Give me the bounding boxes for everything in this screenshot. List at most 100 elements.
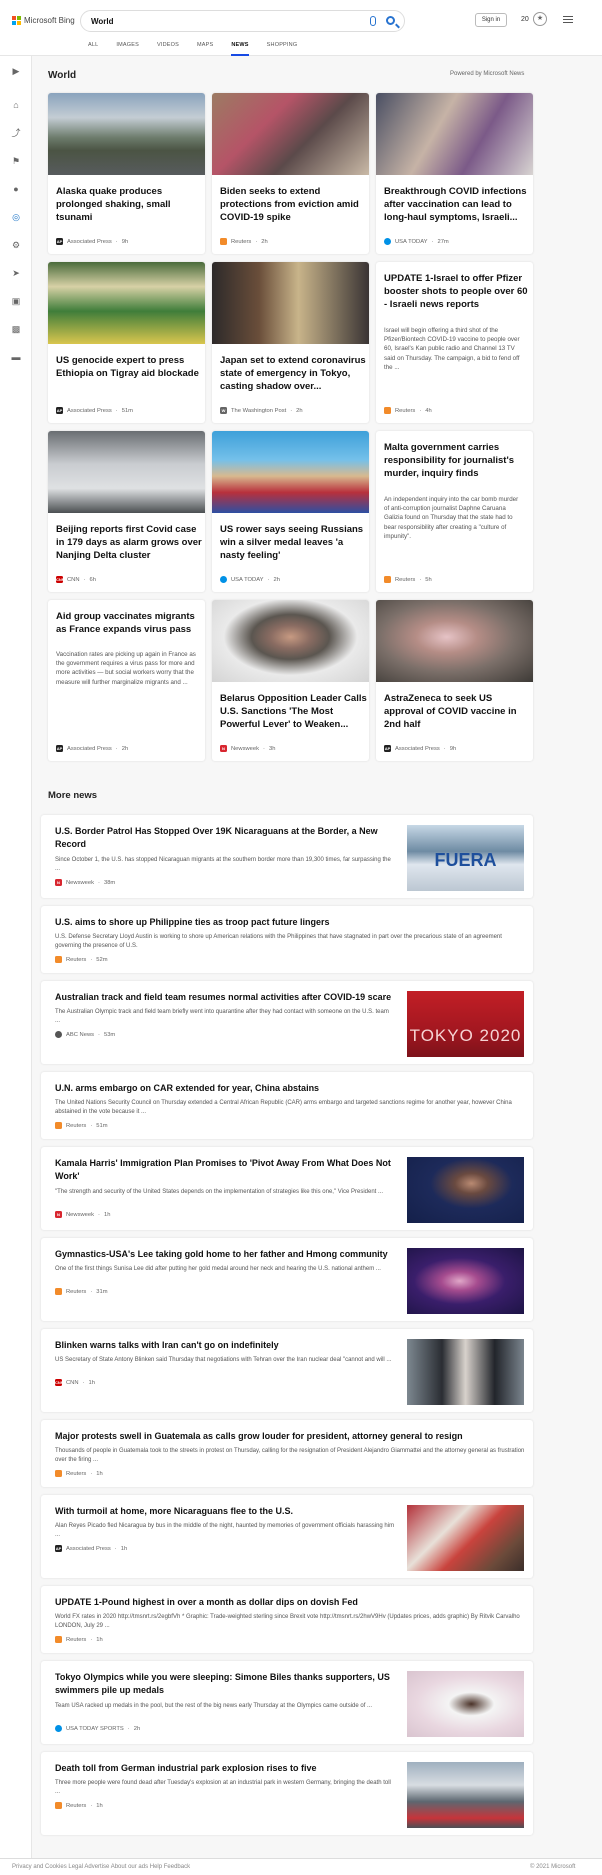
item-title[interactable]: With turmoil at home, more Nicaraguans f… — [55, 1505, 395, 1518]
card-title[interactable]: Aid group vaccinates migrants as France … — [56, 610, 205, 636]
more-news-item[interactable]: Australian track and field team resumes … — [41, 981, 533, 1064]
news-card[interactable]: US genocide expert to press Ethiopia on … — [48, 262, 205, 423]
search-icon[interactable] — [386, 16, 395, 25]
powered-by-label[interactable]: Powered by Microsoft News — [450, 71, 524, 77]
news-card[interactable]: US rower says seeing Russians win a silv… — [212, 431, 369, 592]
news-card[interactable]: Breakthrough COVID infections after vacc… — [376, 93, 533, 254]
reuters-logo-icon — [55, 1288, 62, 1295]
menu-icon[interactable] — [563, 16, 573, 25]
card-title[interactable]: Beijing reports first Covid case in 179 … — [56, 523, 205, 562]
search-input[interactable]: World — [91, 17, 114, 26]
card-title[interactable]: Breakthrough COVID infections after vacc… — [384, 185, 533, 224]
film-icon[interactable]: ▣ — [11, 296, 21, 306]
more-news-item[interactable]: UPDATE 1-Pound highest in over a month a… — [41, 1586, 533, 1653]
card-title[interactable]: AstraZeneca to seek US approval of COVID… — [384, 692, 533, 731]
microphone-icon[interactable] — [370, 16, 376, 26]
sign-in-button[interactable]: Sign in — [475, 13, 507, 27]
location-pin-icon[interactable]: ● — [11, 184, 21, 194]
rewards-trophy-icon[interactable]: ★ — [533, 12, 547, 26]
item-time: 1h — [96, 1470, 103, 1477]
item-title[interactable]: Blinken warns talks with Iran can't go o… — [55, 1339, 395, 1352]
search-box[interactable]: World — [80, 10, 405, 32]
news-card[interactable]: UPDATE 1-Israel to offer Pfizer booster … — [376, 262, 533, 423]
card-image — [212, 262, 369, 344]
more-news-item[interactable]: Death toll from German industrial park e… — [41, 1752, 533, 1835]
card-title[interactable]: UPDATE 1-Israel to offer Pfizer booster … — [384, 272, 533, 311]
footer-links[interactable]: Privacy and Cookies Legal Advertise Abou… — [12, 1864, 190, 1870]
card-title[interactable]: Belarus Opposition Leader Calls U.S. San… — [220, 692, 369, 731]
rocket-icon[interactable]: ➤ — [11, 268, 21, 278]
tab-all[interactable]: ALL — [88, 42, 98, 56]
microscope-icon[interactable]: ⚙ — [11, 240, 21, 250]
news-card[interactable]: Biden seeks to extend protections from e… — [212, 93, 369, 254]
card-image — [48, 431, 205, 513]
more-news-item[interactable]: Kamala Harris' Immigration Plan Promises… — [41, 1147, 533, 1230]
shuffle-icon[interactable]: ⤴ — [11, 128, 21, 138]
item-source: CNN — [66, 1379, 79, 1386]
more-news-item[interactable]: U.S. aims to shore up Philippine ties as… — [41, 906, 533, 973]
card-source: Newsweek — [231, 745, 260, 752]
more-news-item[interactable]: Major protests swell in Guatemala as cal… — [41, 1420, 533, 1487]
more-news-item[interactable]: Tokyo Olympics while you were sleeping: … — [41, 1661, 533, 1744]
item-title[interactable]: Death toll from German industrial park e… — [55, 1762, 395, 1775]
more-news-item[interactable]: Gymnastics-USA's Lee taking gold home to… — [41, 1238, 533, 1321]
bing-logo[interactable]: Microsoft Bing — [12, 16, 75, 25]
item-title[interactable]: Tokyo Olympics while you were sleeping: … — [55, 1671, 395, 1697]
expand-icon[interactable]: ▶ — [11, 66, 21, 76]
footer: Privacy and Cookies Legal Advertise Abou… — [0, 1858, 602, 1875]
card-icon[interactable]: ▬ — [11, 352, 21, 362]
card-title[interactable]: Japan set to extend coronavirus state of… — [220, 354, 369, 393]
reuters-logo-icon — [384, 407, 391, 414]
tab-news[interactable]: NEWS — [231, 42, 249, 56]
item-title[interactable]: UPDATE 1-Pound highest in over a month a… — [55, 1596, 525, 1609]
card-title[interactable]: Biden seeks to extend protections from e… — [220, 185, 369, 224]
tab-images[interactable]: IMAGES — [116, 42, 139, 56]
section-title: World — [48, 70, 77, 81]
card-title[interactable]: Alaska quake produces prolonged shaking,… — [56, 185, 205, 224]
item-title[interactable]: Australian track and field team resumes … — [55, 991, 395, 1004]
item-title[interactable]: Gymnastics-USA's Lee taking gold home to… — [55, 1248, 395, 1261]
more-news-item[interactable]: With turmoil at home, more Nicaraguans f… — [41, 1495, 533, 1578]
more-news-item[interactable]: U.N. arms embargo on CAR extended for ye… — [41, 1072, 533, 1139]
reuters-logo-icon — [55, 1470, 62, 1477]
card-snippet: Vaccination rates are picking up again i… — [56, 651, 196, 686]
news-card[interactable]: Japan set to extend coronavirus state of… — [212, 262, 369, 423]
tab-shopping[interactable]: SHOPPING — [267, 42, 298, 56]
tab-maps[interactable]: MAPS — [197, 42, 213, 56]
card-time: 27m — [437, 238, 449, 245]
item-time: 38m — [103, 879, 116, 886]
globe-icon[interactable]: ◎ — [11, 212, 21, 222]
item-source: Associated Press — [66, 1545, 111, 1552]
news-card[interactable]: Alaska quake produces prolonged shaking,… — [48, 93, 205, 254]
news-card[interactable]: AstraZeneca to seek US approval of COVID… — [376, 600, 533, 761]
card-title[interactable]: US genocide expert to press Ethiopia on … — [56, 354, 205, 380]
search-tabs: ALL IMAGES VIDEOS MAPS NEWS SHOPPING — [88, 42, 315, 56]
item-source: Reuters — [66, 1636, 87, 1643]
tab-videos[interactable]: VIDEOS — [157, 42, 179, 56]
news-card[interactable]: Aid group vaccinates migrants as France … — [48, 600, 205, 761]
more-news-item[interactable]: U.S. Border Patrol Has Stopped Over 19K … — [41, 815, 533, 898]
news-card[interactable]: Malta government carries responsibility … — [376, 431, 533, 592]
reuters-logo-icon — [55, 1122, 62, 1129]
ap-logo-icon: AP — [56, 407, 63, 414]
rewards-points[interactable]: 20 — [521, 16, 529, 23]
abc-news-logo-icon — [55, 1031, 62, 1038]
card-title[interactable]: Malta government carries responsibility … — [384, 441, 533, 480]
item-title[interactable]: Kamala Harris' Immigration Plan Promises… — [55, 1157, 395, 1183]
item-title[interactable]: U.S. Border Patrol Has Stopped Over 19K … — [55, 825, 395, 851]
flag-icon[interactable]: ⚑ — [11, 156, 21, 166]
news-card[interactable]: Belarus Opposition Leader Calls U.S. San… — [212, 600, 369, 761]
more-news-item[interactable]: Blinken warns talks with Iran can't go o… — [41, 1329, 533, 1412]
item-snippet: The United Nations Security Council on T… — [55, 1100, 512, 1115]
news-card[interactable]: Beijing reports first Covid case in 179 … — [48, 431, 205, 592]
item-title[interactable]: U.N. arms embargo on CAR extended for ye… — [55, 1082, 525, 1095]
home-icon[interactable]: ⌂ — [11, 100, 21, 110]
item-title[interactable]: Major protests swell in Guatemala as cal… — [55, 1430, 525, 1443]
item-title[interactable]: U.S. aims to shore up Philippine ties as… — [55, 916, 525, 929]
item-time: 53m — [103, 1031, 116, 1038]
item-snippet: Alan Reyes Picado fled Nicaragua by bus … — [55, 1523, 395, 1538]
card-title[interactable]: US rower says seeing Russians win a silv… — [220, 523, 369, 562]
briefcase-icon[interactable]: ▩ — [11, 324, 21, 334]
usa-today-logo-icon — [55, 1725, 62, 1732]
card-time: 2h — [296, 407, 303, 414]
